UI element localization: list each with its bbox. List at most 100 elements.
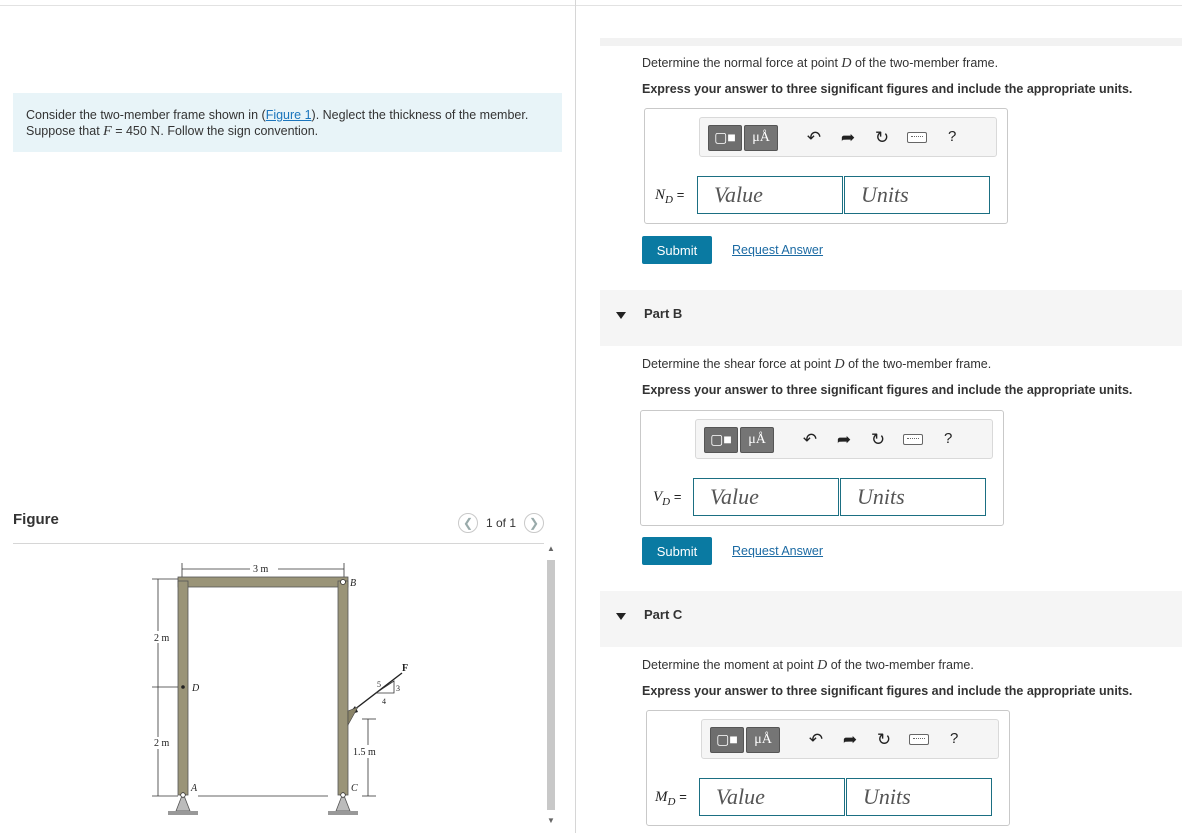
scroll-thumb[interactable] — [547, 560, 555, 810]
keyboard-icon[interactable] — [907, 132, 927, 143]
figure-heading: Figure — [13, 511, 59, 528]
part-b-title: Part B — [644, 306, 683, 321]
panel-divider — [575, 0, 576, 833]
template-icon: ▢■ — [710, 432, 732, 448]
redo-icon[interactable]: ➦ — [840, 730, 860, 750]
part-a-answer-panel: ▢■ μÅ ↶ ➦ ↻ ? ND = Value Units — [644, 108, 1008, 224]
dim-c-label: 1.5 m — [353, 747, 376, 758]
units-button[interactable]: μÅ — [746, 727, 780, 753]
scroll-up-icon[interactable]: ▲ — [547, 544, 555, 553]
top-border — [0, 5, 1182, 6]
point-d-label: D — [191, 683, 200, 694]
keyboard-icon[interactable] — [909, 734, 929, 745]
prompt-point: D — [834, 357, 845, 372]
part-a-toolbar: ▢■ μÅ ↶ ➦ ↻ ? — [699, 117, 997, 157]
templates-button[interactable]: ▢■ — [708, 125, 742, 151]
part-a-value-input[interactable]: Value — [697, 176, 843, 214]
slope-3-label: 3 — [396, 684, 400, 693]
figure-pager: ❮ 1 of 1 ❯ — [458, 512, 545, 534]
force-variable: F — [103, 124, 112, 139]
keyboard-icon[interactable] — [903, 434, 923, 445]
part-b-units-input[interactable]: Units — [840, 478, 986, 516]
dim-h1-label: 2 m — [154, 633, 170, 644]
part-a-request-answer-link[interactable]: Request Answer — [732, 243, 823, 257]
figure-page-count: 1 of 1 — [486, 516, 517, 530]
scroll-down-icon[interactable]: ▼ — [547, 816, 555, 825]
part-b-request-answer-link[interactable]: Request Answer — [732, 544, 823, 558]
part-a-units-input[interactable]: Units — [844, 176, 990, 214]
force-unit: N — [150, 124, 161, 139]
next-figure-button[interactable]: ❯ — [524, 513, 545, 533]
reset-icon[interactable]: ↻ — [868, 430, 888, 450]
help-icon[interactable]: ? — [948, 128, 956, 145]
help-icon[interactable]: ? — [944, 430, 952, 447]
top-member — [177, 576, 349, 588]
prompt-text: Determine the moment at point — [642, 658, 818, 672]
part-c-header[interactable]: Part C — [600, 591, 1182, 647]
part-c-prompt: Determine the moment at point D of the t… — [642, 658, 974, 674]
part-a-header-bar — [600, 38, 1182, 46]
frame-diagram: 3 m B 2 m 2 m D F 5 3 4 1.5 m A C — [150, 563, 408, 815]
pin-b — [340, 579, 346, 585]
part-a-submit-button[interactable]: Submit — [642, 236, 712, 264]
problem-text: Consider the two-member frame shown in ( — [26, 108, 266, 122]
force-f-label: F — [402, 663, 408, 674]
prompt-text: of the two-member frame. — [844, 357, 992, 371]
point-a-label: A — [190, 783, 198, 794]
units-button[interactable]: μÅ — [740, 427, 774, 453]
prev-figure-button[interactable]: ❮ — [458, 513, 478, 533]
part-c-toolbar: ▢■ μÅ ↶ ➦ ↻ ? — [701, 719, 999, 759]
figure-divider — [13, 543, 544, 544]
template-icon: ▢■ — [716, 732, 738, 748]
templates-button[interactable]: ▢■ — [710, 727, 744, 753]
dim-width-label: 3 m — [253, 564, 269, 575]
figure-link[interactable]: Figure 1 — [266, 108, 312, 122]
problem-text: . Follow the sign convention. — [160, 124, 319, 138]
part-b-value-input[interactable]: Value — [693, 478, 839, 516]
part-a-prompt: Determine the normal force at point D of… — [642, 56, 998, 72]
problem-statement: Consider the two-member frame shown in (… — [13, 93, 562, 152]
part-c-answer-panel: ▢■ μÅ ↶ ➦ ↻ ? MD = Value Units — [646, 710, 1010, 826]
redo-icon[interactable]: ➦ — [834, 430, 854, 450]
slope-5-label: 5 — [377, 680, 381, 689]
prompt-text: of the two-member frame. — [851, 56, 999, 70]
prompt-text: Determine the normal force at point — [642, 56, 842, 70]
prompt-text: of the two-member frame. — [827, 658, 974, 672]
part-b-toolbar: ▢■ μÅ ↶ ➦ ↻ ? — [695, 419, 993, 459]
collapse-triangle-icon[interactable] — [616, 312, 626, 319]
collapse-triangle-icon[interactable] — [616, 613, 626, 620]
part-b-submit-button[interactable]: Submit — [642, 537, 712, 565]
prompt-point: D — [841, 56, 852, 71]
part-a-variable: ND = — [655, 187, 685, 206]
part-c-units-input[interactable]: Units — [846, 778, 992, 816]
reset-icon[interactable]: ↻ — [874, 730, 894, 750]
right-member — [337, 580, 349, 796]
point-b-label: B — [350, 578, 356, 589]
point-d-dot — [181, 685, 185, 689]
part-a-instructions: Express your answer to three significant… — [642, 82, 1133, 96]
part-c-title: Part C — [644, 607, 683, 622]
part-c-variable: MD = — [655, 789, 687, 808]
part-c-instructions: Express your answer to three significant… — [642, 684, 1133, 698]
part-b-header[interactable]: Part B — [600, 290, 1182, 346]
redo-icon[interactable]: ➦ — [838, 128, 858, 148]
slope-4-label: 4 — [382, 697, 386, 706]
undo-icon[interactable]: ↶ — [804, 128, 824, 148]
dim-h2-label: 2 m — [154, 738, 170, 749]
prompt-text: Determine the shear force at point — [642, 357, 835, 371]
problem-text: Suppose that — [26, 124, 104, 138]
undo-icon[interactable]: ↶ — [806, 730, 826, 750]
part-b-variable: VD = — [653, 489, 682, 508]
problem-text: ). Neglect the thickness of the member. — [311, 108, 529, 122]
part-b-instructions: Express your answer to three significant… — [642, 383, 1133, 397]
undo-icon[interactable]: ↶ — [800, 430, 820, 450]
point-c-label: C — [351, 783, 358, 794]
figure-scrollbar[interactable]: ▲ ▼ — [545, 544, 557, 833]
units-button[interactable]: μÅ — [744, 125, 778, 151]
part-c-value-input[interactable]: Value — [699, 778, 845, 816]
help-icon[interactable]: ? — [950, 730, 958, 747]
reset-icon[interactable]: ↻ — [872, 128, 892, 148]
part-b-answer-panel: ▢■ μÅ ↶ ➦ ↻ ? VD = Value Units — [640, 410, 1004, 526]
prompt-point: D — [817, 658, 828, 673]
templates-button[interactable]: ▢■ — [704, 427, 738, 453]
